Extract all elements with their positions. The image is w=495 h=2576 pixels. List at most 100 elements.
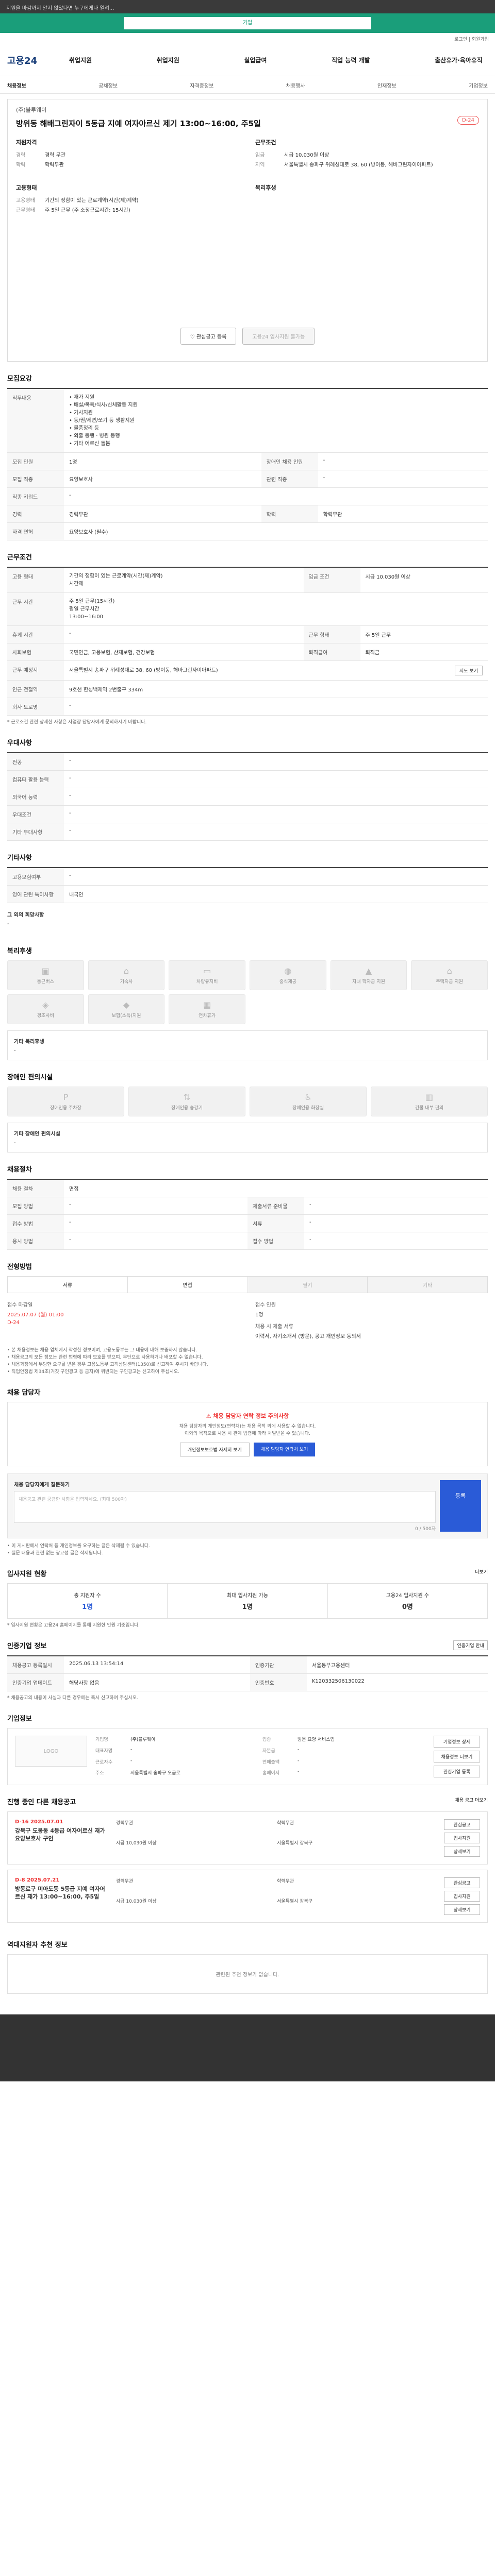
job-card-title[interactable]: 강북구 도봉동 4등급 여자어르신 재가 요양보호사 구인 (15, 1827, 108, 1842)
question-input[interactable]: 채용공고 관련 궁금한 사항을 입력하세요. (최대 500자) (14, 1491, 436, 1523)
welfare-label: 연차휴가 (199, 1013, 216, 1019)
job-card-meta: 서울특별시 강북구 (277, 1840, 313, 1846)
source-title: 인증기업 정보 (7, 1642, 47, 1650)
work-summary: 근무조건 임금 시급 10,030원 이상 지역 서울특별시 송파구 위례성대로 3… (255, 138, 479, 171)
row-value: - (64, 1197, 248, 1215)
status-value: 0명 (402, 1603, 413, 1611)
row-key: 인증기관 (250, 1656, 307, 1674)
status-more-link[interactable]: 더보기 (475, 1568, 488, 1575)
privacy-law-button[interactable]: 개인정보보호법 자세히 보기 (179, 1443, 250, 1456)
access-card: ⇅ 장애인용 승강기 (128, 1087, 245, 1116)
job-card[interactable]: D-16 2025.07.01 강북구 도봉동 4등급 여자어르신 재가 요양보… (7, 1811, 488, 1865)
row-value: 학력무관 (318, 505, 488, 523)
job-card-meta: 경력무관 (116, 1821, 134, 1826)
contact-alert-text: 채용 담당자 연락 정보 주의사항 (213, 1413, 289, 1419)
deadline-label: 접수 마감일 (7, 1302, 33, 1308)
section-title: 기업정보 (7, 1715, 32, 1723)
hours-value: 주 5일 근무(15시간) (69, 599, 115, 604)
lnb-item[interactable]: 자격증정보 (190, 81, 213, 89)
method-tab[interactable]: 기타 (368, 1277, 487, 1293)
question-submit-button[interactable]: 등록 (440, 1480, 481, 1532)
job-card-save-button[interactable]: 관심공고 (444, 1877, 480, 1888)
access-label: 건물 내부 편의 (415, 1106, 444, 1111)
empty-state: 관련된 추천 정보가 없습니다. (7, 1954, 488, 1994)
field-key: 근로자수 (95, 1759, 113, 1765)
job-card-dday: D-16 2025.07.01 (15, 1819, 63, 1825)
row-value: - (64, 770, 488, 788)
apply-button[interactable]: 고용24 입사지원 불가능 (242, 328, 315, 345)
method-tab[interactable]: 서류 (8, 1277, 128, 1293)
status-cell: 최대 입사지원 가능 1명 (168, 1584, 328, 1618)
nav-item[interactable]: 직업 능력 개발 (332, 56, 370, 64)
lnb-item[interactable]: 인재정보 (377, 81, 397, 89)
site-logo[interactable]: 고용24 (7, 54, 69, 67)
row-key: 채용공고 등록일시 (7, 1656, 64, 1674)
method-tab[interactable]: 면접 (128, 1277, 248, 1293)
lnb-item[interactable]: 채용정보 (7, 81, 26, 89)
method-value: 이력서, 자기소개서 (방문), 공고 개인정보 동의서 (255, 1334, 361, 1340)
section-title: 우대사항 (7, 739, 32, 747)
lnb-item[interactable]: 기업정보 (469, 81, 488, 89)
company-jobs-button[interactable]: 채용정보 더보기 (434, 1751, 480, 1762)
etc-section: 기타사항 고용보험여부 - 영어 관련 특이사항 내국인 그 외의 희망사항 - (7, 841, 488, 934)
save-job-button[interactable]: ♡ 관심공고 등록 (180, 328, 237, 345)
field-key: 홈페이지 (262, 1771, 280, 1776)
nav-item[interactable]: 취업지원 (69, 56, 92, 64)
field-value: - (130, 1758, 133, 1764)
row-key: 응시 방법 (7, 1232, 64, 1250)
count-value: 1명 (255, 1312, 263, 1318)
row-key: 인증번호 (250, 1673, 307, 1691)
lnb-item[interactable]: 공채정보 (98, 81, 118, 89)
lnb-item[interactable]: 채용행사 (286, 81, 305, 89)
job-card-save-button[interactable]: 관심공고 (444, 1819, 480, 1830)
hero-pill[interactable]: 기업 (124, 17, 371, 29)
similar-more-link[interactable]: 채용 공고 더보기 (455, 1797, 488, 1803)
nav-item[interactable]: 취업지원 (157, 56, 179, 64)
row-key: 근무 예정지 (7, 660, 64, 681)
map-button[interactable]: 지도 보기 (455, 666, 483, 675)
row-key: 인증기업 업데이트 (7, 1673, 64, 1691)
row-value: 내국인 (64, 885, 488, 903)
company-follow-button[interactable]: 관심기업 등록 (434, 1766, 480, 1777)
alert-icon: ⚠ (206, 1413, 213, 1419)
welfare-label: 경조사비 (37, 1013, 54, 1019)
row-value: - (64, 805, 488, 823)
row-value: 요양보호사 (64, 470, 261, 488)
row-value: - (64, 625, 304, 643)
nav-item[interactable]: 출산휴가·육아휴직 (435, 56, 483, 64)
row-key: 모집 직종 (7, 470, 64, 488)
job-card-apply-button[interactable]: 입사지원 (444, 1891, 480, 1902)
dday-badge: D-24 (457, 116, 479, 125)
view-contact-button[interactable]: 채용 담당자 연락처 보기 (253, 1443, 316, 1456)
company-name[interactable]: (주)블루웨이 (16, 106, 479, 114)
section-title: 전형방법 (7, 1263, 32, 1271)
section-title: 채용 담당자 (7, 1389, 41, 1397)
row-value: 요양보호사 (필수) (64, 522, 488, 540)
job-card[interactable]: D-8 2025.07.21 방동로구 미아도동 5등급 지예 여자어르신 재가… (7, 1870, 488, 1923)
job-card-detail-button[interactable]: 상세보기 (444, 1904, 480, 1915)
company-detail-button[interactable]: 기업정보 상세 (434, 1736, 480, 1748)
nav-item[interactable]: 실업급여 (244, 56, 267, 64)
row-key: 임금 조건 (303, 567, 360, 593)
local-nav: 채용정보 공채정보 자격증정보 채용행사 인재정보 기업정보 (0, 76, 495, 94)
recruit-section: 모집요강 직무내용 • 재가 지원 • 배설/목욕/식사/신체활동 지원 • 가사… (7, 362, 488, 540)
job-card-apply-button[interactable]: 입사지원 (444, 1833, 480, 1843)
qa-note: • 이 게시판에서 연락처 등 개인정보를 요구하는 글은 삭제될 수 있습니다… (7, 1544, 150, 1549)
job-card-detail-button[interactable]: 상세보기 (444, 1846, 480, 1857)
method-label: 채용 시 제출 서류 (255, 1324, 293, 1330)
method-tab[interactable]: 필기 (248, 1277, 368, 1293)
job-card-title[interactable]: 방동로구 미아도동 5등급 지예 여자어르신 재가 13:00~16:00, 주… (15, 1885, 108, 1901)
access-label: 장애인용 주차장 (50, 1106, 81, 1111)
source-guide-button[interactable]: 인증기업 안내 (453, 1640, 488, 1650)
utility-links[interactable]: 로그인 | 회원가입 (0, 33, 495, 44)
row-key: 직종 키워드 (7, 487, 64, 505)
job-title: 방위동 해배그린자이 5동급 지예 여자아르신 제기 13:00~16:00, … (16, 119, 261, 128)
site-footer (0, 2014, 495, 2081)
row-value: K120332506130022 (306, 1673, 488, 1691)
row-key: 고용보험여부 (7, 868, 64, 886)
apply-section: 전형방법 서류 면접 필기 기타 접수 마감일 2025.07.07 (월) 0… (7, 1250, 488, 1376)
contact-alert: ⚠ 채용 담당자 연락 정보 주의사항 (17, 1412, 478, 1420)
row-value: - (64, 698, 488, 716)
row-key: 경력 (7, 505, 64, 523)
method-tabs: 서류 면접 필기 기타 (7, 1276, 488, 1293)
